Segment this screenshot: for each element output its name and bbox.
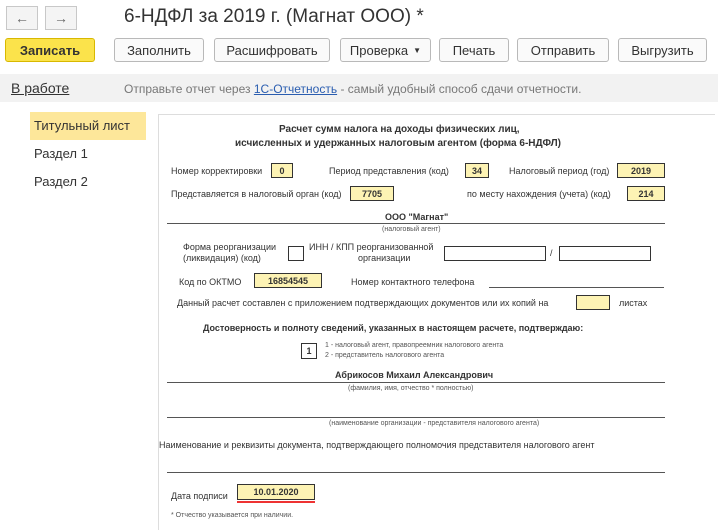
signer-option-2: 2 - представитель налогового агента [325,352,445,359]
arrow-right-icon: → [54,10,68,26]
window-header: ← → 6-НДФЛ за 2019 г. (Магнат ООО) * [0,0,718,36]
status-message: Отправьте отчет через 1С-Отчетность - са… [124,82,581,96]
status-msg-pre: Отправьте отчет через [124,82,251,96]
chevron-down-icon: ▼ [413,45,422,55]
inn-kpp-separator: / [550,248,553,258]
page-title: 6-НДФЛ за 2019 г. (Магнат ООО) * [124,6,424,27]
form-title-line1: Расчет сумм налога на доходы физических … [279,124,520,135]
signer-option-1: 1 - налоговый агент, правопреемник налог… [325,342,504,349]
corr-label: Номер корректировки [171,166,263,176]
sidebar-item-title-page[interactable]: Титульный лист [30,112,146,140]
status-state-link[interactable]: В работе [11,80,69,96]
date-field[interactable]: 10.01.2020 [237,484,315,500]
decode-button[interactable]: Расшифровать [214,38,330,62]
status-bar: В работе Отправьте отчет через 1С-Отчетн… [0,74,718,102]
oktmo-label: Код по ОКТМО [179,277,242,287]
fio-caption: (фамилия, имя, отчество * полностью) [348,385,474,392]
reporting-link[interactable]: 1С-Отчетность [254,82,337,96]
pages-suffix: листах [619,298,648,308]
date-error-underline [237,501,315,503]
inn-label-2: организации [358,253,411,263]
send-button[interactable]: Отправить [517,38,609,62]
inn-label-1: ИНН / КПП реорганизованной [309,242,434,252]
oktmo-field[interactable]: 16854545 [254,273,322,288]
reorg-label-2: (ликвидация) (код) [183,253,261,263]
org-label: Представляется в налоговый орган (код) [171,189,342,199]
place-field[interactable]: 214 [627,186,665,201]
sidebar-item-section-1[interactable]: Раздел 1 [4,140,146,168]
taxperiod-label: Налоговый период (год) [509,166,610,176]
form-title-line2: исчисленных и удержанных налоговым агент… [235,138,561,149]
reorg-label-1: Форма реорганизации [183,242,276,252]
inn-field[interactable] [444,246,546,261]
footnote: * Отчество указывается при наличии. [171,512,294,519]
pages-label: Данный расчет составлен с приложением по… [177,298,549,308]
confirm-text: Достоверность и полноту сведений, указан… [203,323,584,333]
print-button[interactable]: Печать [439,38,509,62]
fill-button[interactable]: Заполнить [114,38,204,62]
corr-field[interactable]: 0 [271,163,293,178]
check-label: Проверка [349,42,409,58]
doc-label: Наименование и реквизиты документа, подт… [159,440,595,450]
sidebar: Титульный лист Раздел 1 Раздел 2 [4,112,146,196]
place-label: по месту нахождения (учета) (код) [467,189,611,199]
phone-label: Номер контактного телефона [351,277,475,287]
doc-line [167,472,665,473]
org-field[interactable]: 7705 [350,186,394,201]
signer-fio: Абрикосов Михаил Александрович [335,370,494,380]
status-msg-post: - самый удобный способ сдачи отчетности. [340,82,582,96]
company-line [167,223,665,224]
company-name: ООО "Магнат" [385,212,449,222]
kpp-field[interactable] [559,246,651,261]
upload-button[interactable]: Выгрузить [618,38,707,62]
check-button[interactable]: Проверка ▼ [340,38,431,62]
arrow-left-icon: ← [15,10,29,26]
sidebar-item-section-2[interactable]: Раздел 2 [4,168,146,196]
report-form: Расчет сумм налога на доходы физических … [158,114,715,530]
pages-field[interactable] [576,295,610,310]
forward-button[interactable]: → [45,6,77,30]
phone-line [489,287,664,288]
save-button[interactable]: Записать [5,38,95,62]
reorg-field[interactable] [288,246,304,261]
taxperiod-field[interactable]: 2019 [617,163,665,178]
company-caption: (налоговый агент) [382,226,441,233]
signer-field[interactable]: 1 [301,343,317,359]
rep-line [167,417,665,418]
period-label: Период представления (код) [329,166,449,176]
date-label: Дата подписи [171,491,228,501]
rep-caption: (наименование организации - представител… [329,420,540,427]
period-field[interactable]: 34 [465,163,489,178]
back-button[interactable]: ← [6,6,38,30]
fio-line [167,382,665,383]
